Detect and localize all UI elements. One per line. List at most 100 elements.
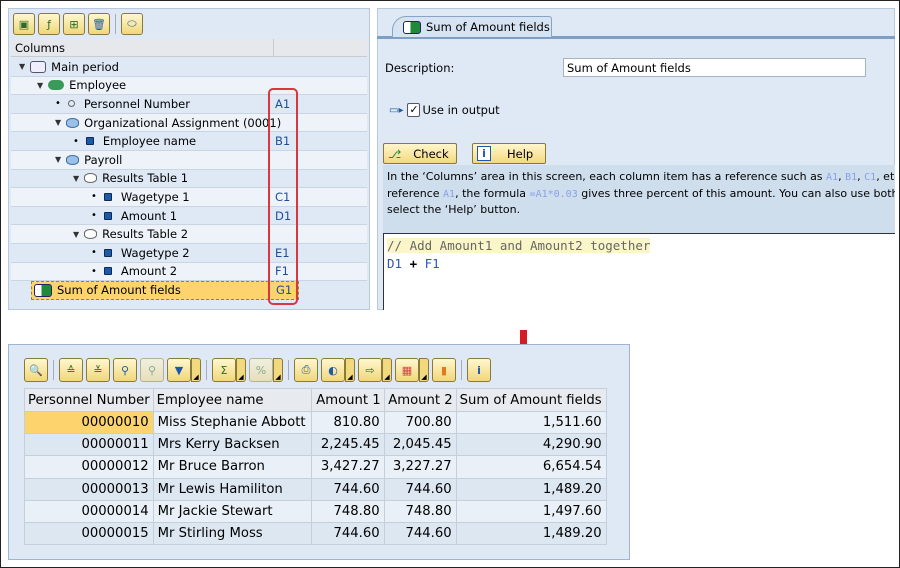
- formula-editor[interactable]: // Add Amount1 and Amount2 together D1 +…: [383, 233, 895, 310]
- toolbar-separator: [115, 14, 116, 34]
- table-cell[interactable]: 3,227.27: [383, 455, 457, 479]
- table-cell[interactable]: Mr Lewis Hamiliton: [152, 477, 312, 501]
- table-cell[interactable]: 744.60: [383, 521, 457, 546]
- table-cell[interactable]: 3,427.27: [310, 455, 385, 479]
- table-cell[interactable]: Mrs Kerry Backsen: [152, 433, 312, 457]
- tree-item[interactable]: • Personnel Number A1: [11, 95, 367, 114]
- table-cell[interactable]: 6,654.54: [455, 455, 607, 479]
- columns-header-label: Columns: [15, 41, 66, 55]
- column-header[interactable]: Personnel Number: [24, 388, 154, 412]
- tree-item[interactable]: • Employee name B1: [11, 132, 367, 151]
- delete-icon[interactable]: 🗑: [88, 13, 110, 35]
- table-row[interactable]: 00000011 Mrs Kerry Backsen 2,245.45 2,045.4…: [24, 433, 607, 457]
- find-next-icon[interactable]: ⚲: [140, 358, 164, 382]
- table-cell[interactable]: 748.80: [310, 499, 385, 523]
- table-row[interactable]: 00000015 Mr Stirling Moss 744.60 744.60 1,48…: [24, 521, 607, 546]
- column-header[interactable]: Employee name: [152, 388, 312, 412]
- tree-item[interactable]: • Wagetype 1 C1: [11, 188, 367, 207]
- tree-item-label: Employee name: [102, 134, 197, 149]
- infotype-icon: [66, 154, 80, 165]
- tree-item[interactable]: ▼ Results Table 2: [11, 225, 367, 244]
- period-icon: [30, 60, 47, 73]
- table-cell[interactable]: 744.60: [383, 477, 457, 501]
- info-icon[interactable]: i: [467, 358, 491, 382]
- table-cell[interactable]: 00000014: [24, 499, 154, 523]
- table-cell[interactable]: 00000010: [24, 410, 154, 435]
- table-cell[interactable]: Mr Stirling Moss: [152, 521, 312, 546]
- check-button[interactable]: ⎇ Check: [383, 143, 457, 164]
- layout-icon[interactable]: ▦: [395, 358, 419, 382]
- table-row[interactable]: 00000012 Mr Bruce Barron 3,427.27 3,227.27 6…: [24, 455, 607, 479]
- tree-item[interactable]: • Amount 1 D1: [11, 207, 367, 226]
- tree-item[interactable]: • Wagetype 2 E1: [11, 244, 367, 263]
- table-cell[interactable]: 00000013: [24, 477, 154, 501]
- tree-item[interactable]: ▼ Results Table 1: [11, 170, 367, 189]
- table-cell[interactable]: 744.60: [310, 521, 385, 546]
- table-cell[interactable]: 1,511.60: [455, 410, 607, 435]
- expand-arrow-icon[interactable]: ▼: [55, 118, 61, 127]
- bullet-icon: •: [73, 135, 79, 147]
- expand-arrow-icon[interactable]: ▼: [19, 62, 25, 71]
- table-cell[interactable]: Mr Bruce Barron: [152, 455, 312, 479]
- expand-arrow-icon[interactable]: ▼: [55, 155, 61, 164]
- sort-descending-icon[interactable]: ≚: [86, 358, 110, 382]
- field-icon: [103, 267, 112, 276]
- table-cell[interactable]: 748.80: [383, 499, 457, 523]
- filter-icon[interactable]: ▼: [167, 358, 191, 382]
- table-cell[interactable]: 00000012: [24, 455, 154, 479]
- alv-grid: Personnel Number Employee name Amount 1 Amo…: [24, 388, 607, 546]
- description-input[interactable]: [563, 58, 866, 77]
- expand-arrow-icon[interactable]: ▼: [37, 81, 43, 90]
- table-cell[interactable]: 1,489.20: [455, 521, 607, 546]
- expand-arrow-icon[interactable]: ▼: [73, 230, 79, 239]
- add-column-icon[interactable]: ▣: [13, 13, 35, 35]
- help-button[interactable]: i Help: [472, 143, 546, 164]
- subtotal-icon[interactable]: %: [249, 358, 273, 382]
- tree-item[interactable]: Sum of Amount fields G1: [31, 281, 299, 300]
- expand-arrow-icon[interactable]: ▼: [73, 174, 79, 183]
- column-header[interactable]: Sum of Amount fields: [455, 388, 607, 412]
- table-cell[interactable]: 810.80: [310, 410, 385, 435]
- table-row[interactable]: 00000010 Miss Stephanie Abbott 810.80 700.8…: [24, 410, 607, 435]
- add-formula-icon[interactable]: ƒ: [38, 13, 60, 35]
- bullet-icon: •: [91, 191, 97, 203]
- tab-sum-of-amount-fields[interactable]: Sum of Amount fields: [392, 16, 552, 37]
- tree-item-label: Main period: [51, 59, 119, 74]
- tree-item[interactable]: ▼ Employee: [11, 76, 367, 96]
- editor-comment: // Add Amount1 and Amount2 together: [387, 238, 651, 253]
- views-icon[interactable]: ◐: [321, 358, 345, 382]
- details-icon[interactable]: 🔍: [24, 358, 48, 382]
- column-header[interactable]: Amount 2: [383, 388, 457, 412]
- table-cell[interactable]: 700.80: [383, 410, 457, 435]
- print-icon[interactable]: ⎙: [294, 358, 318, 382]
- tree-item-label: Results Table 2: [102, 227, 189, 242]
- graphic-icon[interactable]: ▮: [432, 358, 456, 382]
- table-cell[interactable]: 00000011: [24, 433, 154, 457]
- tree-item[interactable]: ▼ Main period: [11, 58, 367, 77]
- field-icon: [103, 192, 112, 201]
- table-row[interactable]: 00000013 Mr Lewis Hamiliton 744.60 744.60 1,…: [24, 477, 607, 501]
- columns-tree-panel: ▣ ƒ ⊞ 🗑 ⬭ Columns ▼ Main period ▼ Employee •…: [8, 8, 370, 310]
- sort-ascending-icon[interactable]: ≙: [59, 358, 83, 382]
- tree-item[interactable]: • Amount 2 F1: [11, 262, 367, 282]
- table-cell[interactable]: Miss Stephanie Abbott: [152, 410, 312, 435]
- table-cell[interactable]: Mr Jackie Stewart: [152, 499, 312, 523]
- tree-item[interactable]: ▼ Payroll: [11, 151, 367, 170]
- find-icon[interactable]: ⚲: [113, 358, 137, 382]
- table-cell[interactable]: 2,245.45: [310, 433, 385, 457]
- table-cell[interactable]: 00000015: [24, 521, 154, 546]
- table-row[interactable]: 00000014 Mr Jackie Stewart 748.80 748.80 1,4…: [24, 499, 607, 523]
- database-icon[interactable]: ⬭: [121, 13, 143, 35]
- tree-item[interactable]: ▼ Organizational Assignment (0001): [11, 113, 367, 133]
- column-header[interactable]: Amount 1: [310, 388, 385, 412]
- table-cell[interactable]: 744.60: [310, 477, 385, 501]
- export-icon[interactable]: ⇨: [358, 358, 382, 382]
- period-icon[interactable]: ⊞: [63, 13, 85, 35]
- table-cell[interactable]: 1,497.60: [455, 499, 607, 523]
- use-in-output-checkbox[interactable]: ✓: [407, 103, 421, 117]
- table-cell[interactable]: 4,290.90: [455, 433, 607, 457]
- table-cell[interactable]: 2,045.45: [383, 433, 457, 457]
- table-cell[interactable]: 1,489.20: [455, 477, 607, 501]
- sum-icon[interactable]: Σ: [212, 358, 236, 382]
- table-icon: [84, 229, 98, 240]
